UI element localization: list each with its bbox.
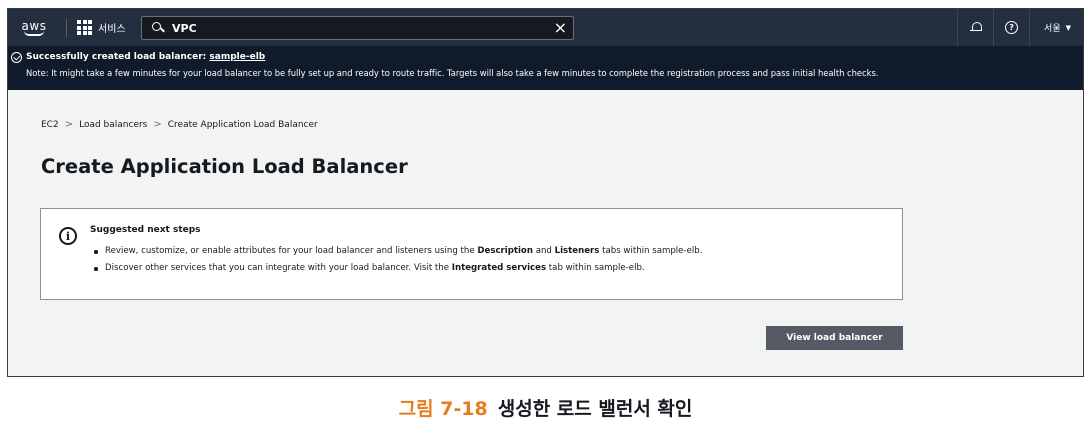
- figure-caption: 그림 7-18 생성한 로드 밸런서 확인: [0, 394, 1091, 421]
- view-load-balancer-button[interactable]: View load balancer: [766, 326, 903, 350]
- list-item: Review, customize, or enable attributes …: [92, 243, 702, 260]
- flash-title: Successfully created load balancer: samp…: [26, 52, 265, 62]
- breadcrumb-ec2[interactable]: EC2: [41, 120, 59, 130]
- search-value: VPC: [172, 21, 197, 35]
- success-check-icon: [11, 52, 22, 63]
- aws-logo[interactable]: aws: [12, 9, 56, 46]
- services-grid-icon: [77, 20, 92, 35]
- flash-title-prefix: Successfully created load balancer:: [26, 52, 210, 62]
- next-steps-panel: i Suggested next steps Review, customize…: [40, 208, 903, 300]
- search-icon: [152, 22, 164, 34]
- breadcrumb-separator-icon: >: [64, 119, 74, 130]
- next-steps-list: Review, customize, or enable attributes …: [92, 243, 702, 277]
- caret-down-icon: ▼: [1065, 23, 1071, 32]
- region-selector[interactable]: 서울 ▼: [1029, 9, 1083, 46]
- listeners-tab-ref: Listeners: [554, 246, 600, 256]
- region-label: 서울: [1044, 24, 1061, 34]
- top-navigation: aws 서비스 VPC × ? 서울 ▼: [8, 9, 1083, 46]
- info-icon: i: [59, 227, 77, 245]
- bell-icon: [969, 21, 982, 34]
- figure-caption-text: 생성한 로드 밸런서 확인: [497, 398, 693, 420]
- breadcrumb-load-balancers[interactable]: Load balancers: [79, 120, 147, 130]
- aws-logo-text: aws: [21, 18, 47, 33]
- success-flashbar: Successfully created load balancer: samp…: [8, 46, 1083, 90]
- breadcrumb-current: Create Application Load Balancer: [167, 119, 318, 130]
- page-title: Create Application Load Balancer: [41, 155, 408, 178]
- console-window: aws 서비스 VPC × ? 서울 ▼ Successfully create…: [7, 8, 1084, 377]
- services-menu-button[interactable]: 서비스: [77, 20, 126, 35]
- search-input[interactable]: VPC ×: [141, 16, 574, 40]
- load-balancer-link[interactable]: sample-elb: [209, 52, 265, 62]
- aws-smile-icon: [24, 31, 44, 36]
- notifications-button[interactable]: [957, 9, 993, 46]
- help-button[interactable]: ?: [993, 9, 1029, 46]
- flash-note: Note: It might take a few minutes for yo…: [26, 68, 879, 78]
- nav-divider: [66, 18, 67, 37]
- breadcrumb-separator-icon: >: [153, 119, 162, 130]
- help-icon: ?: [1005, 21, 1019, 34]
- clear-search-icon[interactable]: ×: [554, 18, 567, 38]
- list-item: Discover other services that you can int…: [92, 260, 702, 277]
- services-label: 서비스: [98, 24, 126, 35]
- integrated-services-tab-ref: Integrated services: [451, 263, 547, 273]
- next-steps-heading: Suggested next steps: [90, 225, 201, 235]
- figure-number: 그림 7-18: [398, 398, 488, 420]
- nav-right-group: ? 서울 ▼: [957, 9, 1083, 46]
- breadcrumb: EC2 > Load balancers > Create Applicatio…: [41, 119, 318, 130]
- description-tab-ref: Description: [477, 246, 533, 256]
